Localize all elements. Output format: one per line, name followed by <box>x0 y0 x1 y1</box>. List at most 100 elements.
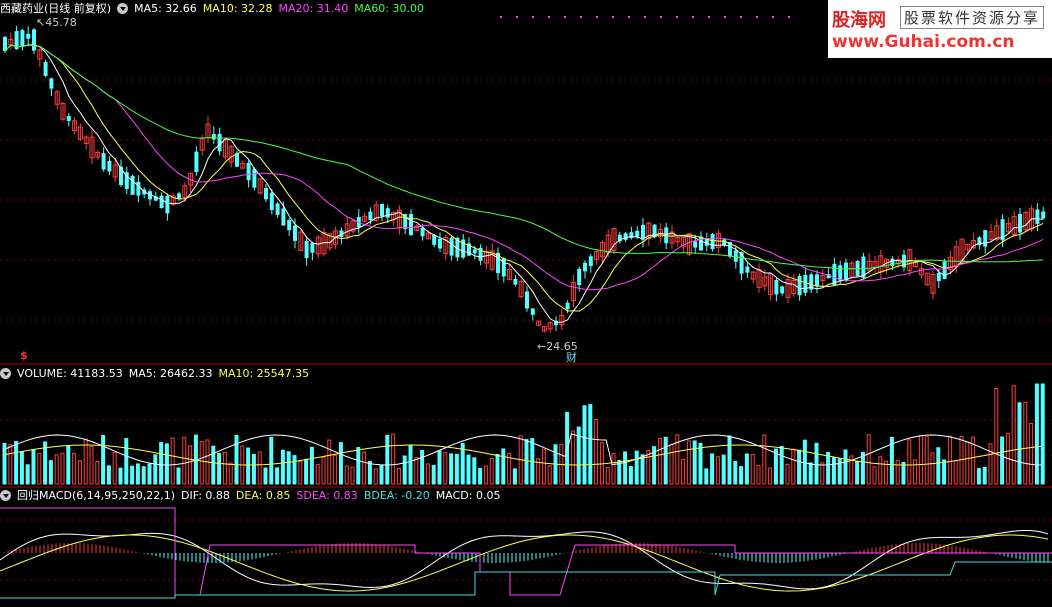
volume-bar <box>466 454 471 485</box>
volume-bar <box>31 449 36 485</box>
candle-body <box>20 30 25 47</box>
volume-bar <box>130 465 135 485</box>
marker-dot <box>676 16 678 18</box>
volume-bar <box>942 459 947 485</box>
volume-bar <box>953 460 958 485</box>
volume-bar <box>1000 436 1005 485</box>
volume-bar <box>831 457 836 485</box>
volume-bar <box>304 458 309 485</box>
candle-body <box>1035 209 1040 224</box>
event-marker[interactable]: $ <box>20 349 28 362</box>
volume-bar <box>309 446 314 485</box>
candle-body <box>710 233 715 250</box>
candle-body <box>136 181 141 196</box>
volume-bar <box>913 459 918 485</box>
volume-bar <box>976 468 981 485</box>
candle-body <box>623 233 628 240</box>
volume-bar <box>373 468 378 485</box>
volume-bar <box>901 461 906 485</box>
dropdown-icon[interactable] <box>0 489 11 501</box>
volume-legend: VOLUME: 41183.53 MA5: 26462.33 MA10: 255… <box>0 365 309 381</box>
volume-bar <box>623 451 628 485</box>
volume-bar <box>77 460 82 485</box>
financial-marker[interactable]: 财 <box>566 349 577 365</box>
volume-bar <box>739 466 744 485</box>
volume-bar <box>860 451 865 485</box>
volume-bar <box>362 451 367 485</box>
volume-bar <box>640 454 645 485</box>
volume-bar <box>54 454 59 485</box>
candle-body <box>432 234 437 245</box>
volume-bar <box>710 453 715 485</box>
volume-bar <box>785 463 790 485</box>
candle-body <box>1018 213 1022 233</box>
watermark-logo: 股海网 股票软件资源分享 www.Guhai.com.cn <box>828 0 1052 58</box>
volume-bar <box>269 436 274 485</box>
candle-body <box>844 262 848 281</box>
chart-canvas[interactable] <box>0 0 1052 607</box>
candle-body <box>936 273 941 282</box>
macd-legend: 回归MACD(6,14,95,250,22,1) DIF: 0.88 DEA: … <box>0 487 500 503</box>
marker-dot <box>740 16 742 18</box>
volume-bar <box>408 444 413 485</box>
volume-bar <box>721 454 726 485</box>
marker-dot <box>500 16 502 18</box>
dropdown-icon[interactable] <box>0 367 11 379</box>
volume-bar <box>727 435 732 485</box>
volume-bar <box>1040 383 1045 485</box>
bdea-value: BDEA: -0.20 <box>363 488 430 502</box>
volume-bar <box>744 453 749 485</box>
watermark-url: www.Guhai.com.cn <box>832 32 1015 52</box>
marker-dot <box>516 16 518 18</box>
volume-bar <box>1017 402 1022 485</box>
volume-bar <box>715 456 720 485</box>
ma5-line <box>4 44 1044 323</box>
volume-bar <box>420 450 425 485</box>
candle-body <box>588 256 593 267</box>
high-price-label: ↖45.78 <box>36 16 77 29</box>
volume-bar <box>402 455 407 485</box>
candle-body <box>832 263 837 285</box>
candle-body <box>26 33 31 39</box>
marker-dot <box>692 16 694 18</box>
marker-dot <box>660 16 662 18</box>
marker-dot <box>628 16 630 18</box>
candle-body <box>780 286 785 294</box>
volume-bar <box>170 437 175 485</box>
volume-bar <box>930 452 935 485</box>
candle-body <box>275 203 280 215</box>
candle-body <box>583 262 587 272</box>
marker-dot <box>708 16 710 18</box>
candle-body <box>385 208 390 218</box>
volume-value: VOLUME: 41183.53 <box>17 366 123 380</box>
volume-bar <box>251 453 256 485</box>
volume-bar <box>814 442 819 485</box>
macd-title: 回归MACD(6,14,95,250,22,1) <box>17 489 176 502</box>
candle-body <box>130 175 135 195</box>
dea-value: DEA: 0.85 <box>235 488 291 502</box>
volume-bar <box>176 467 181 485</box>
candle-body <box>32 29 36 51</box>
volume-bar <box>733 460 738 485</box>
candle-body <box>43 62 48 76</box>
candle-body <box>194 151 199 172</box>
price-legend: 西藏药业(日线 前复权) MA5: 32.66 MA10: 32.28 MA20… <box>0 0 424 16</box>
volume-bar <box>768 467 773 485</box>
ma20-line <box>4 44 1044 291</box>
volume-bar <box>101 435 106 485</box>
volume-bar <box>257 451 262 485</box>
ma20-value: MA20: 31.40 <box>278 1 349 15</box>
ma10-value: MA10: 32.28 <box>202 1 273 15</box>
candle-body <box>235 153 239 167</box>
candle-body <box>269 192 274 211</box>
volume-bar <box>994 388 999 485</box>
volume-bar <box>895 459 900 485</box>
dropdown-icon[interactable] <box>117 2 129 14</box>
volume-bar <box>60 452 65 485</box>
volume-bar <box>1029 422 1034 485</box>
marker-dot <box>564 16 566 18</box>
candle-body <box>803 274 808 293</box>
volume-bar <box>449 453 454 485</box>
volume-bar <box>872 466 877 485</box>
ma5-value: MA5: 32.66 <box>134 1 197 15</box>
